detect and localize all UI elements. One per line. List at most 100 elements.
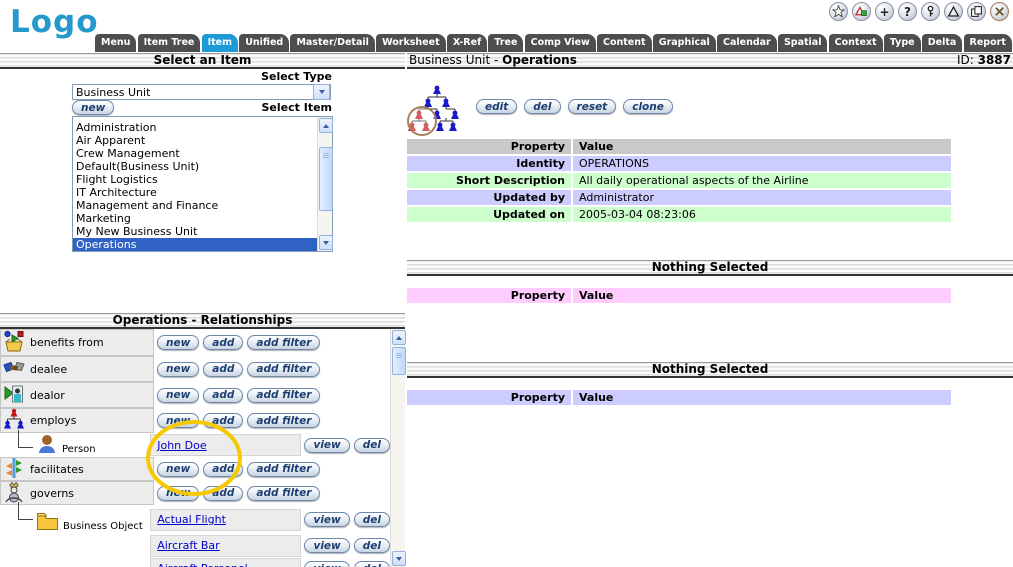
property-column-header: Property: [407, 139, 571, 154]
tab-menu[interactable]: Menu: [95, 34, 136, 52]
value-column-header: Value: [573, 139, 951, 154]
del-button[interactable]: del: [524, 99, 560, 114]
list-item-selected[interactable]: Operations: [73, 238, 317, 251]
new-button[interactable]: new: [157, 362, 199, 377]
item-link-john-doe[interactable]: John Doe: [157, 439, 206, 452]
reset-button[interactable]: reset: [568, 99, 617, 114]
value-cell: Administrator: [573, 190, 951, 205]
property-cell: Identity: [407, 156, 571, 171]
scroll-up-button[interactable]: [392, 330, 406, 345]
del-button[interactable]: del: [354, 538, 390, 553]
view-button[interactable]: view: [304, 561, 349, 567]
related-item-cell: John Doe: [150, 434, 301, 456]
relationships-scrollbar[interactable]: [390, 329, 405, 567]
tab-tree[interactable]: Tree: [488, 34, 523, 52]
key-icon[interactable]: [921, 2, 940, 21]
scroll-down-button[interactable]: [319, 235, 333, 250]
add-button[interactable]: add: [203, 413, 243, 428]
tab-type[interactable]: Type: [884, 34, 921, 52]
tab-graphical[interactable]: Graphical: [653, 34, 716, 52]
copy-icon[interactable]: [967, 2, 986, 21]
view-button[interactable]: view: [304, 538, 349, 553]
list-item[interactable]: Management and Finance: [73, 199, 317, 212]
property-table: Property Value Identity OPERATIONS Short…: [407, 139, 951, 224]
list-item[interactable]: Administration: [73, 121, 317, 134]
related-item-type-spacer: [0, 534, 150, 557]
chevron-down-icon[interactable]: [313, 84, 330, 100]
del-button[interactable]: del: [354, 438, 390, 453]
item-listbox: Administration Air Apparent Crew Managem…: [72, 116, 333, 252]
select-item-label: Select Item: [72, 101, 332, 114]
related-item-cell: Actual Flight: [150, 509, 301, 531]
relationship-type-cell: facilitates: [0, 457, 154, 481]
tab-spatial[interactable]: Spatial: [778, 34, 828, 52]
new-button[interactable]: new: [157, 335, 199, 350]
tab-worksheet[interactable]: Worksheet: [376, 34, 446, 52]
clone-button[interactable]: clone: [623, 99, 673, 114]
add-filter-button[interactable]: add filter: [247, 362, 320, 377]
tab-report[interactable]: Report: [964, 34, 1012, 52]
add-filter-button[interactable]: add filter: [247, 413, 320, 428]
add-icon[interactable]: +: [875, 2, 894, 21]
new-button[interactable]: new: [157, 462, 199, 477]
new-button[interactable]: new: [157, 388, 199, 403]
tab-unified[interactable]: Unified: [239, 34, 289, 52]
tab-content[interactable]: Content: [597, 34, 652, 52]
add-filter-button[interactable]: add filter: [247, 388, 320, 403]
view-button[interactable]: view: [304, 438, 349, 453]
del-button[interactable]: del: [354, 512, 390, 527]
related-item-cell: Aircraft Bar: [150, 535, 301, 557]
add-button[interactable]: add: [203, 388, 243, 403]
help-icon[interactable]: ?: [898, 2, 917, 21]
list-item[interactable]: Flight Logistics: [73, 173, 317, 186]
scroll-down-button[interactable]: [392, 551, 406, 566]
relationship-label: dealor: [30, 389, 65, 402]
add-filter-button[interactable]: add filter: [247, 335, 320, 350]
item-link-actual-flight[interactable]: Actual Flight: [157, 513, 226, 526]
star-icon[interactable]: [829, 2, 848, 21]
add-button[interactable]: add: [203, 335, 243, 350]
add-filter-button[interactable]: add filter: [247, 486, 320, 501]
scroll-thumb[interactable]: [392, 347, 406, 375]
delta-icon[interactable]: [944, 2, 963, 21]
tab-delta[interactable]: Delta: [922, 34, 963, 52]
add-filter-button[interactable]: add filter: [247, 462, 320, 477]
add-button[interactable]: add: [203, 362, 243, 377]
related-item-row-person: Person John Doe view del: [0, 433, 390, 457]
person-icon: [36, 433, 58, 457]
related-item-type-label: Person: [62, 444, 96, 457]
close-icon[interactable]: [990, 2, 1009, 21]
crate-icon: [3, 330, 25, 355]
scroll-up-button[interactable]: [319, 118, 333, 133]
shapes-icon[interactable]: [852, 2, 871, 21]
list-item[interactable]: Marketing: [73, 212, 317, 225]
add-button[interactable]: add: [203, 486, 243, 501]
edit-button[interactable]: edit: [476, 99, 517, 114]
relationship-row-governs: governs new add add filter: [0, 481, 390, 505]
item-link-aircraft-personel[interactable]: Aircraft Personel: [157, 562, 247, 567]
tab-item[interactable]: Item: [202, 34, 238, 52]
tab-context[interactable]: Context: [829, 34, 883, 52]
add-button[interactable]: add: [203, 462, 243, 477]
list-item[interactable]: Air Apparent: [73, 134, 317, 147]
del-button[interactable]: del: [354, 561, 390, 567]
tab-calendar[interactable]: Calendar: [717, 34, 777, 52]
list-item[interactable]: IT Architecture: [73, 186, 317, 199]
type-select[interactable]: Business Unit: [72, 84, 331, 100]
property-cell: Updated by: [407, 190, 571, 205]
list-item[interactable]: My New Business Unit: [73, 225, 317, 238]
scroll-thumb[interactable]: [319, 147, 333, 211]
view-button[interactable]: view: [304, 512, 349, 527]
new-button[interactable]: new: [157, 486, 199, 501]
type-select-value: Business Unit: [73, 86, 313, 99]
relationship-row-benefits-from: benefits from new add add filter: [0, 329, 390, 356]
tab-master-detail[interactable]: Master/Detail: [290, 34, 374, 52]
listbox-scrollbar[interactable]: [317, 117, 332, 251]
item-link-aircraft-bar[interactable]: Aircraft Bar: [157, 539, 219, 552]
tab-comp-view[interactable]: Comp View: [525, 34, 596, 52]
new-button[interactable]: new: [157, 413, 199, 428]
list-item[interactable]: Default(Business Unit): [73, 160, 317, 173]
list-item[interactable]: Crew Management: [73, 147, 317, 160]
tab-x-ref[interactable]: X-Ref: [447, 34, 487, 52]
tab-item-tree[interactable]: Item Tree: [138, 34, 201, 52]
